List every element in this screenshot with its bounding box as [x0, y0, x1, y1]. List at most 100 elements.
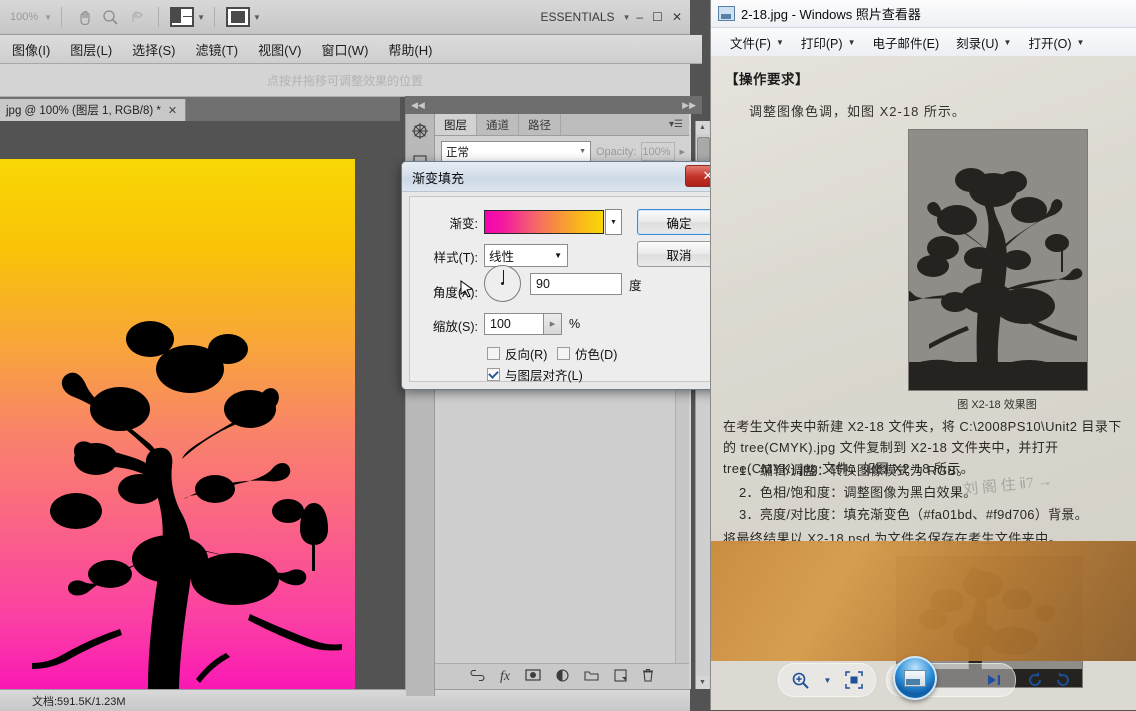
rotate-cw-icon[interactable] — [1054, 671, 1072, 689]
link-layers-icon[interactable] — [470, 669, 485, 684]
layer-mask-icon[interactable] — [525, 669, 541, 684]
photo-viewer-menu-bar: 文件(F) ▼ 打印(P) ▼ 电子邮件(E) 刻录(U) ▼ 打开(O) ▼ — [711, 28, 1136, 57]
opacity-value[interactable]: 100% — [641, 142, 675, 161]
menu-window[interactable]: 窗口(W) — [321, 40, 368, 59]
menu-filter[interactable]: 滤镜(T) — [196, 40, 239, 59]
windows-photo-viewer-window: 2-18.jpg - Windows 照片查看器 文件(F) ▼ 打印(P) ▼… — [710, 0, 1136, 710]
tab-layers[interactable]: 图层 — [435, 114, 477, 135]
blend-mode-select[interactable]: 正常 ▼ — [441, 141, 591, 162]
play-slideshow-button[interactable] — [893, 656, 937, 700]
arrange-documents-icon — [170, 7, 195, 27]
menu-layer[interactable]: 图层(L) — [70, 40, 112, 59]
menu-help[interactable]: 帮助(H) — [388, 40, 432, 59]
scale-input[interactable]: 100 — [484, 313, 544, 335]
maximize-button[interactable]: ☐ — [652, 10, 663, 24]
gradient-label: 渐变: — [449, 217, 478, 231]
rotate-ccw-icon[interactable] — [1026, 671, 1044, 689]
new-group-icon[interactable] — [584, 670, 599, 684]
scroll-down-icon[interactable]: ▼ — [696, 676, 709, 689]
scale-slider-button[interactable]: ▶ — [544, 313, 562, 335]
step-1: 1．编辑/调整：转换图像模式为 RGB。 — [739, 463, 970, 478]
fit-to-window-icon[interactable] — [845, 671, 864, 689]
divider — [61, 7, 63, 27]
angle-dial[interactable] — [484, 265, 521, 302]
menu-burn[interactable]: 刻录(U) ▼ — [949, 33, 1018, 52]
adjustment-layer-icon[interactable] — [556, 668, 569, 685]
chevron-down-icon: ▼ — [622, 12, 631, 22]
layers-panel-toolbar: fx — [435, 663, 689, 689]
reverse-checkbox[interactable]: 反向(R) — [487, 344, 547, 363]
menu-select[interactable]: 选择(S) — [132, 40, 175, 59]
style-value: 线性 — [489, 250, 515, 264]
zoom-tool-icon[interactable] — [97, 6, 123, 28]
workspace-switcher[interactable]: ESSENTIALS ▼ — [541, 10, 637, 24]
ok-button-label: 确定 — [666, 216, 692, 231]
zoom-level-value: 100% — [10, 11, 39, 23]
menu-file[interactable]: 文件(F) ▼ — [723, 33, 791, 52]
document-size-status: 文档:591.5K/1.23M — [32, 695, 126, 708]
menu-print-label: 打印(P) — [800, 36, 843, 51]
hand-tool-icon[interactable] — [71, 6, 97, 28]
layer-style-icon[interactable]: fx — [500, 669, 510, 685]
mouse-cursor-icon — [460, 280, 474, 298]
photo-viewer-title: 2-18.jpg - Windows 照片查看器 — [741, 7, 921, 22]
chevron-down-icon[interactable]: ▼ — [824, 676, 832, 685]
play-slideshow-icon — [904, 669, 926, 687]
panel-menu-icon[interactable]: ▾☰ — [663, 114, 689, 135]
close-icon[interactable]: ✕ — [168, 104, 177, 117]
next-icon[interactable] — [985, 672, 1003, 688]
screen-mode-button[interactable]: ▼ — [225, 7, 261, 27]
cancel-button[interactable]: 取消 — [637, 241, 721, 267]
gradient-preview-swatch[interactable] — [484, 210, 604, 234]
figure-x2-18 — [901, 129, 1088, 391]
ok-button[interactable]: 确定 — [637, 209, 721, 235]
arrange-documents-button[interactable]: ▼ — [170, 7, 205, 27]
figure-caption: 图 X2-18 效果图 — [957, 399, 1037, 411]
opacity-label: Opacity: — [596, 145, 637, 158]
chevron-down-icon: ▼ — [775, 37, 784, 47]
new-layer-icon[interactable] — [614, 668, 627, 685]
zoom-icon[interactable] — [791, 671, 810, 690]
workspace-label: ESSENTIALS — [540, 10, 615, 24]
scroll-up-icon[interactable]: ▲ — [696, 121, 709, 134]
tab-channels[interactable]: 通道 — [477, 114, 519, 135]
dither-label: 仿色(D) — [575, 348, 618, 362]
menu-open[interactable]: 打开(O) ▼ — [1021, 33, 1091, 52]
window-controls: – ☐ ✕ — [636, 10, 690, 24]
style-label: 样式(T): — [433, 251, 478, 265]
menu-email[interactable]: 电子邮件(E) — [865, 33, 946, 52]
canvas-area[interactable] — [0, 121, 400, 689]
dither-checkbox[interactable]: 仿色(D) — [557, 344, 617, 363]
tab-paths[interactable]: 路径 — [519, 114, 561, 135]
collapse-right-icon[interactable]: ▶▶ — [682, 100, 696, 111]
menu-file-label: 文件(F) — [730, 36, 771, 51]
cancel-button-label: 取消 — [666, 248, 692, 263]
document-steps: 1．编辑/调整：转换图像模式为 RGB。 2．色相/饱和度：调整图像为黑白效果。… — [739, 460, 1136, 526]
document-tab[interactable]: jpg @ 100% (图层 1, RGB/8) * ✕ — [0, 99, 187, 121]
menu-print[interactable]: 打印(P) ▼ — [794, 33, 863, 52]
zoom-level-dropdown[interactable]: 100% ▼ — [10, 11, 52, 23]
chevron-right-icon[interactable]: ▶ — [680, 148, 685, 156]
align-with-layer-checkbox[interactable]: 与图层对齐(L) — [487, 365, 583, 384]
menu-image[interactable]: 图像(I) — [12, 40, 50, 59]
chevron-down-icon: ▼ — [554, 251, 562, 260]
navigator-icon[interactable] — [410, 121, 430, 141]
scanned-page-image: 【操作要求】 调整图像色调，如图 X2-18 所示。 图 X2-18 效果图 在… — [711, 56, 1136, 688]
dock-collapse-bar[interactable]: ◀◀ ▶▶ — [405, 96, 702, 114]
delete-layer-icon[interactable] — [642, 668, 654, 685]
angle-input[interactable]: 90 — [530, 273, 622, 295]
chevron-down-icon: ▼ — [847, 37, 856, 47]
minimize-button[interactable]: – — [636, 10, 643, 24]
rotate-view-tool-icon[interactable] — [123, 6, 149, 28]
close-button[interactable]: ✕ — [672, 10, 682, 24]
collapse-left-icon[interactable]: ◀◀ — [411, 100, 425, 111]
photo-viewer-image-area[interactable]: 【操作要求】 调整图像色调，如图 X2-18 所示。 图 X2-18 效果图 在… — [711, 56, 1136, 710]
scale-value: 100 — [490, 317, 511, 331]
align-with-layer-label: 与图层对齐(L) — [505, 369, 583, 383]
style-select[interactable]: 线性 ▼ — [484, 244, 568, 267]
document-tab-label: jpg @ 100% (图层 1, RGB/8) * — [6, 105, 161, 117]
gradient-picker-dropdown[interactable]: ▼ — [605, 209, 622, 235]
menu-view[interactable]: 视图(V) — [258, 40, 301, 59]
dialog-title-bar[interactable]: 渐变填充 ✕ — [402, 162, 735, 192]
gradient-fill-dialog: 渐变填充 ✕ 渐变: ▼ 样式(T): 线性 ▼ 角度(A): 90 度 缩放(… — [401, 161, 736, 390]
